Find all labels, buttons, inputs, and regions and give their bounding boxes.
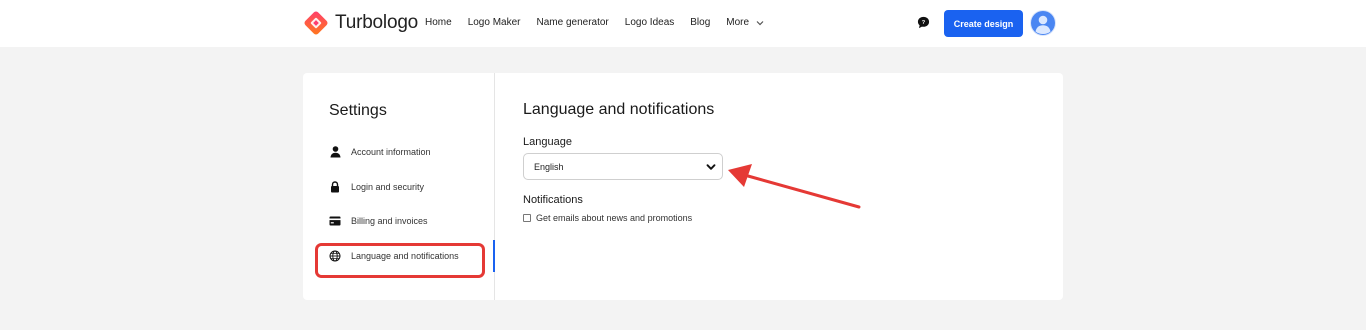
credit-card-icon (329, 215, 341, 227)
sidebar-item-label: Login and security (351, 182, 425, 192)
sidebar-item-login-security[interactable]: Login and security (303, 172, 495, 202)
chevron-down-icon (756, 20, 764, 25)
nav-logo-maker[interactable]: Logo Maker (468, 17, 521, 28)
email-opt-in-checkbox[interactable] (523, 214, 531, 222)
brand-name: Turbologo (335, 12, 419, 33)
sidebar-item-label: Language and notifications (351, 251, 459, 261)
sidebar-item-language-notifications[interactable]: Language and notifications (303, 241, 495, 271)
nav-home[interactable]: Home (425, 17, 452, 28)
language-select[interactable]: English (523, 153, 723, 180)
nav-blog[interactable]: Blog (690, 17, 710, 28)
email-opt-in-row: Get emails about news and promotions (523, 213, 692, 223)
page-title: Language and notifications (523, 101, 715, 118)
sidebar-title: Settings (329, 102, 387, 119)
top-header: Turbologo Home Logo Maker Name generator… (0, 0, 1366, 47)
language-label: Language (523, 136, 572, 148)
settings-card: Settings Account information Login and s… (303, 73, 1063, 300)
chat-bubble-icon[interactable]: ? (917, 16, 930, 29)
sidebar-item-label: Billing and invoices (351, 216, 428, 226)
nav-name-generator[interactable]: Name generator (537, 17, 609, 28)
sidebar-item-label: Account information (351, 147, 431, 157)
sidebar-item-billing-invoices[interactable]: Billing and invoices (303, 206, 495, 236)
user-icon (329, 146, 341, 158)
globe-icon (329, 250, 341, 262)
chevron-down-icon (706, 164, 716, 170)
svg-text:?: ? (922, 20, 926, 26)
notifications-label: Notifications (523, 194, 583, 206)
active-indicator (493, 240, 495, 272)
nav-more-label: More (726, 17, 750, 28)
brand-logo[interactable]: Turbologo (303, 10, 418, 36)
sidebar-item-account-information[interactable]: Account information (303, 137, 495, 167)
main-nav: Home Logo Maker Name generator Logo Idea… (425, 17, 780, 28)
nav-logo-ideas[interactable]: Logo Ideas (625, 17, 675, 28)
nav-more[interactable]: More (726, 17, 764, 28)
settings-sidebar: Settings Account information Login and s… (303, 73, 495, 300)
language-select-value: English (534, 161, 564, 172)
turbologo-logo-icon (304, 11, 328, 35)
user-avatar-icon[interactable] (1030, 10, 1056, 36)
create-design-button[interactable]: Create design (944, 10, 1023, 37)
email-opt-in-label[interactable]: Get emails about news and promotions (536, 213, 692, 223)
lock-icon (329, 181, 341, 193)
